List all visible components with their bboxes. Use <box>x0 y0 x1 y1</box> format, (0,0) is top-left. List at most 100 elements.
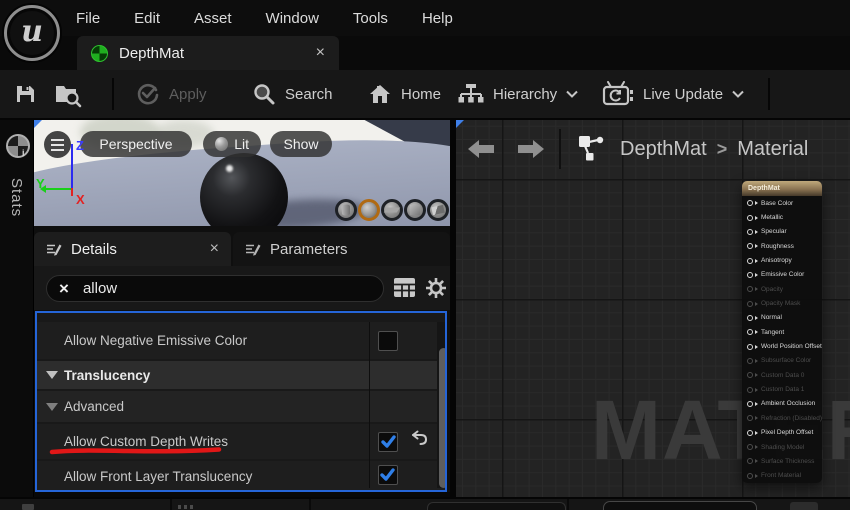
perspective-label: Perspective <box>99 136 173 152</box>
hierarchy-button[interactable]: Hierarchy <box>458 70 578 118</box>
node-title[interactable]: DepthMat <box>742 181 822 196</box>
pin-arrow-icon <box>755 258 758 263</box>
save-button[interactable] <box>14 70 38 118</box>
pin-arrow-icon <box>755 330 758 335</box>
bottom-search-input[interactable] <box>603 501 757 510</box>
material-output-pin[interactable]: Front Material <box>742 469 822 483</box>
close-icon[interactable]: × <box>316 44 325 62</box>
material-output-pin[interactable]: Shading Model <box>742 440 822 454</box>
show-dropdown[interactable]: Show <box>270 131 332 157</box>
left-sidebar-rail: i Stats <box>0 120 34 510</box>
lit-mode-dropdown[interactable]: Lit <box>203 131 261 157</box>
material-output-pin[interactable]: Base Color <box>742 196 822 210</box>
bottom-widget <box>427 502 566 510</box>
checkbox-allow-custom-depth-writes[interactable] <box>378 431 398 452</box>
pin-arrow-icon <box>755 459 758 464</box>
gear-icon[interactable] <box>424 276 448 300</box>
y-axis-line <box>44 188 72 190</box>
menu-tools[interactable]: Tools <box>353 10 388 27</box>
scrollbar-thumb[interactable] <box>439 348 445 488</box>
pin-label: Anisotropy <box>761 257 792 265</box>
menu-asset[interactable]: Asset <box>194 10 232 27</box>
material-output-pin[interactable]: Ambient Occlusion <box>742 397 822 411</box>
column-divider[interactable] <box>369 322 370 488</box>
material-output-pin[interactable]: Roughness <box>742 239 822 253</box>
display-filter-grid-icon[interactable] <box>393 277 417 299</box>
material-output-pin[interactable]: Subsurface Color <box>742 354 822 368</box>
subcategory-row[interactable]: Advanced <box>37 391 445 422</box>
material-stats-icon[interactable] <box>6 134 30 158</box>
checkbox-allow-negative-emissive-color[interactable] <box>378 330 398 351</box>
collapse-triangle-icon[interactable] <box>46 371 58 379</box>
search-icon <box>254 84 275 105</box>
back-arrow-icon[interactable] <box>468 139 498 159</box>
tab-details[interactable]: Details × <box>34 232 231 266</box>
shape-button-sphere[interactable] <box>358 199 380 221</box>
browse-to-asset-button[interactable] <box>52 70 84 118</box>
pin-label: Front Material <box>761 472 802 480</box>
collapse-triangle-icon[interactable] <box>46 402 58 411</box>
material-output-pin[interactable]: Custom Data 1 <box>742 382 822 396</box>
forward-arrow-icon[interactable] <box>514 139 544 159</box>
pin-arrow-icon <box>755 229 758 234</box>
breadcrumb-current[interactable]: Material <box>737 138 808 161</box>
revert-arrow-icon[interactable] <box>407 430 429 448</box>
material-result-node[interactable]: DepthMat Base Color Metallic Specular Ro… <box>742 181 822 483</box>
material-output-pin[interactable]: World Position Offset <box>742 339 822 353</box>
live-update-label: Live Update <box>643 85 724 103</box>
material-output-pin[interactable]: Normal <box>742 311 822 325</box>
perspective-dropdown[interactable]: Perspective <box>80 131 192 157</box>
material-graph-panel[interactable]: MATERIAL DepthMat > Material DepthMat <box>456 120 850 497</box>
pin-circle-icon <box>747 257 753 264</box>
material-output-pin[interactable]: Tangent <box>742 325 822 339</box>
shape-button-cube[interactable] <box>404 199 426 221</box>
material-output-pin[interactable]: Opacity <box>742 282 822 296</box>
material-output-pin[interactable]: Pixel Depth Offset <box>742 426 822 440</box>
pin-label: Emissive Color <box>761 271 805 279</box>
material-output-pin[interactable]: Custom Data 0 <box>742 368 822 382</box>
material-output-pin[interactable]: Emissive Color <box>742 268 822 282</box>
apply-button[interactable]: Apply <box>136 70 207 118</box>
breadcrumb-root[interactable]: DepthMat <box>620 138 707 161</box>
material-output-pin[interactable]: Specular <box>742 225 822 239</box>
details-tab-label: Details <box>71 240 117 258</box>
material-output-pin[interactable]: Anisotropy <box>742 253 822 267</box>
pin-label: Subsurface Color <box>761 357 812 365</box>
stats-tab[interactable]: Stats <box>8 178 25 217</box>
search-input[interactable]: × allow <box>46 275 384 302</box>
tab-depthmat[interactable]: DepthMat × <box>77 36 339 70</box>
pin-arrow-icon <box>755 272 758 277</box>
search-label: Search <box>285 85 333 103</box>
pin-label: Opacity <box>761 285 784 293</box>
shape-button-custom-mesh[interactable] <box>427 199 449 221</box>
menu-help[interactable]: Help <box>422 10 453 27</box>
pin-arrow-icon <box>755 387 758 392</box>
material-output-pin[interactable]: Metallic <box>742 210 822 224</box>
viewport-menu-button[interactable] <box>44 131 71 158</box>
live-update-button[interactable]: Live Update <box>602 70 744 118</box>
graph-focus-corner <box>456 120 464 128</box>
home-button[interactable]: Home <box>368 70 441 118</box>
x-axis-line <box>71 188 73 196</box>
search-button[interactable]: Search <box>252 70 333 118</box>
graph-navigation-icon[interactable] <box>578 135 606 163</box>
close-icon[interactable]: × <box>210 240 219 258</box>
pin-circle-icon <box>747 357 753 364</box>
menu-file[interactable]: File <box>76 10 100 27</box>
shape-button-cylinder[interactable] <box>335 199 357 221</box>
pin-arrow-icon <box>755 315 758 320</box>
menu-window[interactable]: Window <box>266 10 319 27</box>
material-output-pin[interactable]: Opacity Mask <box>742 296 822 310</box>
material-output-pin[interactable]: Refraction (Disabled) <box>742 411 822 425</box>
clear-search-icon[interactable]: × <box>59 280 69 297</box>
tab-parameters[interactable]: Parameters <box>233 232 450 266</box>
category-row[interactable]: Translucency <box>37 361 445 389</box>
apply-label: Apply <box>169 85 207 103</box>
menu-edit[interactable]: Edit <box>134 10 160 27</box>
shape-button-plane[interactable] <box>381 199 403 221</box>
material-output-pin[interactable]: Surface Thickness <box>742 454 822 468</box>
checkbox-allow-front-layer-translucency[interactable] <box>378 465 398 485</box>
pin-label: Ambient Occlusion <box>761 400 816 408</box>
pin-circle-icon <box>747 444 753 451</box>
material-preview-viewport[interactable]: Perspective Lit Show Z Y X <box>34 120 450 226</box>
